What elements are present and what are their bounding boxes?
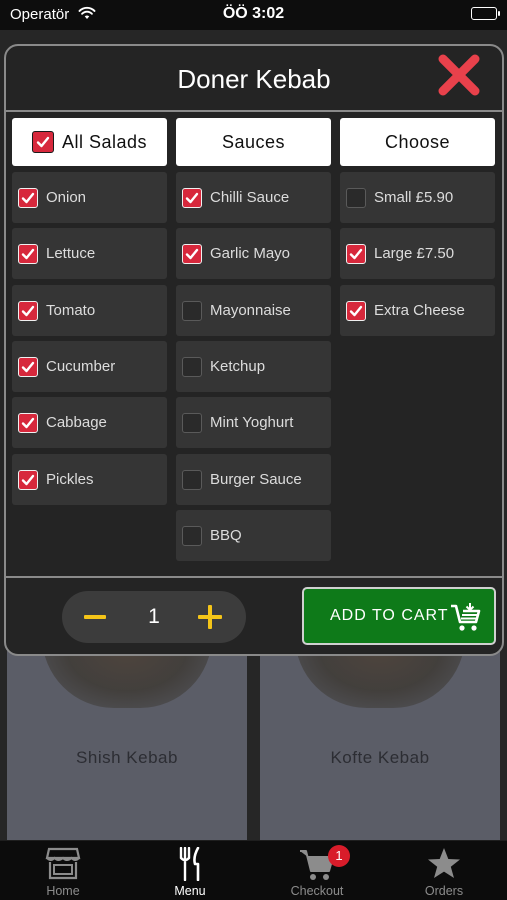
cart-count-badge: 1 — [328, 845, 350, 867]
store-icon — [45, 847, 81, 880]
menu-card-name: Shish Kebab — [76, 748, 178, 767]
checkbox-unchecked[interactable] — [182, 300, 202, 321]
select-all-checkbox[interactable] — [31, 131, 54, 153]
check-mark-icon — [185, 248, 199, 259]
tab-label: Checkout — [290, 884, 344, 898]
checkbox-checked[interactable] — [18, 300, 38, 321]
add-to-cart-label: ADD TO CART — [330, 607, 449, 624]
option-item[interactable]: Extra Cheese — [340, 285, 495, 336]
option-item[interactable]: Mint Yoghurt — [176, 397, 331, 448]
tab-label: Orders — [424, 884, 464, 898]
battery-icon — [471, 7, 500, 20]
option-label: Tomato — [46, 302, 96, 319]
column-header-label: All Salads — [61, 131, 148, 152]
checkbox-checked[interactable] — [18, 187, 38, 208]
option-item[interactable]: Garlic Mayo — [176, 228, 331, 279]
add-to-cart-button[interactable]: ADD TO CART — [302, 587, 496, 645]
option-item[interactable]: Cabbage — [12, 397, 167, 448]
column-header-choose: Choose — [340, 118, 495, 166]
option-label: Cucumber — [46, 358, 116, 375]
tab-home[interactable]: Home — [0, 841, 126, 900]
option-item[interactable]: Large £7.50 — [340, 228, 495, 279]
clock: ÖÖ 3:02 — [222, 5, 285, 22]
modal-header: Doner Kebab — [6, 46, 502, 112]
tab-label: Home — [46, 884, 80, 898]
check-mark-icon — [21, 192, 35, 203]
quantity-stepper: 1 — [62, 591, 246, 643]
option-item[interactable]: Lettuce — [12, 228, 167, 279]
check-mark-icon — [21, 417, 35, 428]
option-label: Burger Sauce — [210, 471, 302, 488]
product-options-modal: Doner Kebab All Salads Onion Lettuce Tomato… — [4, 44, 504, 656]
check-mark-icon — [185, 192, 199, 203]
fork-knife-icon — [179, 847, 200, 881]
option-item[interactable]: BBQ — [176, 510, 331, 561]
column-header-label: Sauces — [221, 131, 286, 152]
checkbox-unchecked[interactable] — [182, 356, 202, 377]
check-mark-icon — [21, 361, 35, 372]
option-item[interactable]: Chilli Sauce — [176, 172, 331, 223]
check-mark-icon — [36, 136, 50, 148]
option-item[interactable]: Mayonnaise — [176, 285, 331, 336]
column-header-sauces: Sauces — [176, 118, 331, 166]
checkbox-checked[interactable] — [18, 356, 38, 377]
checkbox-checked[interactable] — [18, 243, 38, 264]
menu-card-name: Kofte Kebab — [330, 748, 430, 767]
check-mark-icon — [21, 474, 35, 485]
option-label: Mint Yoghurt — [210, 414, 294, 431]
plus-icon[interactable] — [198, 605, 222, 629]
option-label: Large £7.50 — [374, 245, 455, 262]
tab-label: Menu — [174, 884, 206, 898]
divider — [6, 576, 502, 578]
option-label: Extra Cheese — [374, 302, 465, 319]
checkbox-checked[interactable] — [182, 187, 202, 208]
option-label: Ketchup — [210, 358, 266, 375]
checkbox-unchecked[interactable] — [346, 187, 366, 208]
option-item[interactable]: Onion — [12, 172, 167, 223]
menu-card-kofte-kebab[interactable]: Kofte Kebab — [260, 630, 500, 840]
option-label: Small £5.90 — [374, 189, 454, 206]
option-item[interactable]: Tomato — [12, 285, 167, 336]
tab-checkout[interactable]: 1 Checkout — [254, 841, 380, 900]
option-item[interactable]: Ketchup — [176, 341, 331, 392]
option-item[interactable]: Burger Sauce — [176, 454, 331, 505]
column-header-label: Choose — [384, 131, 451, 152]
check-mark-icon — [349, 248, 363, 259]
menu-card-shish-kebab[interactable]: Shish Kebab — [7, 630, 247, 840]
cart-add-icon — [451, 603, 481, 631]
option-item[interactable]: Cucumber — [12, 341, 167, 392]
modal-title: Doner Kebab — [177, 64, 331, 94]
check-mark-icon — [349, 305, 363, 316]
option-label: Lettuce — [46, 245, 96, 262]
option-label: BBQ — [210, 527, 242, 544]
option-label: Garlic Mayo — [210, 245, 291, 262]
checkbox-unchecked[interactable] — [182, 469, 202, 490]
checkbox-unchecked[interactable] — [182, 412, 202, 433]
check-mark-icon — [21, 305, 35, 316]
checkbox-checked[interactable] — [182, 243, 202, 264]
check-mark-icon — [21, 248, 35, 259]
status-bar: Operatör ÖÖ 3:02 — [0, 0, 507, 30]
checkbox-checked[interactable] — [346, 300, 366, 321]
option-item[interactable]: Small £5.90 — [340, 172, 495, 223]
option-label: Mayonnaise — [210, 302, 291, 319]
checkbox-unchecked[interactable] — [182, 525, 202, 546]
option-label: Onion — [46, 189, 87, 206]
close-icon[interactable] — [436, 52, 482, 98]
column-header-all-salads[interactable]: All Salads — [12, 118, 167, 166]
checkbox-checked[interactable] — [346, 243, 366, 264]
option-label: Pickles — [46, 471, 94, 488]
option-label: Chilli Sauce — [210, 189, 290, 206]
tab-menu[interactable]: Menu — [127, 841, 253, 900]
tab-bar: Home Menu 1 Checkout Orders — [0, 840, 507, 900]
tab-orders[interactable]: Orders — [381, 841, 507, 900]
checkbox-checked[interactable] — [18, 469, 38, 490]
option-label: Cabbage — [46, 414, 107, 431]
option-item[interactable]: Pickles — [12, 454, 167, 505]
checkbox-checked[interactable] — [18, 412, 38, 433]
star-icon — [428, 848, 460, 878]
